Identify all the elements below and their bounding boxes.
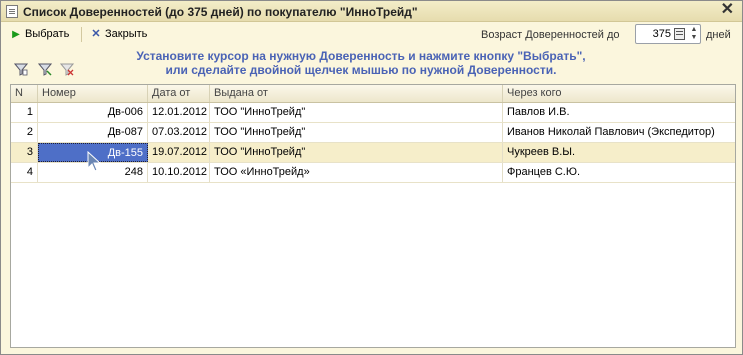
cross-icon: ✕: [91, 28, 101, 40]
toolbar-separator: [81, 27, 82, 42]
column-header-number[interactable]: Номер: [38, 85, 148, 102]
close-button[interactable]: ✕ Закрыть: [90, 25, 147, 43]
close-button-label: Закрыть: [105, 28, 148, 40]
cell-date: 19.07.2012: [148, 143, 210, 162]
instruction-line-2: или сделайте двойной щелчек мышью по нуж…: [165, 63, 557, 77]
spin-buttons[interactable]: ▲ ▼: [689, 26, 699, 42]
column-header-n[interactable]: N: [11, 85, 38, 102]
choose-button[interactable]: ▶ Выбрать: [10, 25, 69, 43]
cell-issued-by: ТОО "ИнноТрейд": [210, 123, 503, 142]
days-label: дней: [706, 29, 731, 41]
cell-n: 2: [11, 123, 38, 142]
cell-issued-by: ТОО "ИнноТрейд": [210, 143, 503, 162]
table-row[interactable]: 1 Дв-006 12.01.2012 ТОО "ИнноТрейд" Павл…: [11, 103, 735, 123]
close-icon[interactable]: ✕: [721, 2, 734, 18]
cell-date: 07.03.2012: [148, 123, 210, 142]
instruction-line-1: Установите курсор на нужную Доверенность…: [136, 49, 586, 63]
filter-edit-icon[interactable]: [37, 62, 53, 76]
cell-n: 1: [11, 103, 38, 122]
cell-date: 10.10.2012: [148, 163, 210, 182]
cell-issued-by: ТОО «ИнноТрейд»: [210, 163, 503, 182]
cell-issued-by: ТОО "ИнноТрейд": [210, 103, 503, 122]
toolbar: ▶ Выбрать ✕ Закрыть Возраст Доверенностей …: [1, 22, 742, 46]
cell-through: Иванов Николай Павлович (Экспедитор): [507, 126, 715, 138]
powers-of-attorney-table: N Номер Дата от Выдана от Через кого 1 Д…: [10, 84, 736, 348]
cell-n: 3: [11, 143, 38, 162]
cell-number: Дв-087: [38, 123, 148, 142]
table-row-selected[interactable]: 3 Дв-155 19.07.2012 ТОО "ИнноТрейд" Чукр…: [11, 143, 735, 163]
choose-button-label: Выбрать: [25, 28, 70, 40]
age-value: 375: [652, 28, 671, 40]
cell-number: Дв-006: [38, 103, 148, 122]
calculator-icon[interactable]: [674, 28, 685, 40]
cell-through: Чукреев В.Ы.: [507, 146, 576, 158]
cell-through: Францев С.Ю.: [507, 166, 581, 178]
column-header-date[interactable]: Дата от: [148, 85, 210, 102]
list-icon: [6, 5, 18, 18]
cell-through: Павлов И.В.: [507, 106, 570, 118]
table-row[interactable]: 4 248 10.10.2012 ТОО «ИнноТрейд» Францев…: [11, 163, 735, 183]
cell-date: 12.01.2012: [148, 103, 210, 122]
instruction-text: Установите курсор на нужную Доверенность…: [131, 49, 591, 77]
cell-n: 4: [11, 163, 38, 182]
play-icon: ▶: [12, 29, 20, 40]
age-label: Возраст Доверенностей до: [481, 29, 620, 41]
column-header-issued-by[interactable]: Выдана от: [210, 85, 503, 102]
dialog-window: Список Доверенностей (до 375 дней) по по…: [0, 0, 743, 355]
filter-icon[interactable]: [13, 62, 29, 76]
title-bar: Список Доверенностей (до 375 дней) по по…: [1, 1, 742, 22]
filter-clear-icon[interactable]: [59, 62, 75, 76]
column-header-through[interactable]: Через кого: [503, 85, 735, 102]
age-input[interactable]: 375 ▲ ▼: [635, 24, 701, 44]
table-header: N Номер Дата от Выдана от Через кого: [11, 85, 735, 103]
table-row[interactable]: 2 Дв-087 07.03.2012 ТОО "ИнноТрейд" Иван…: [11, 123, 735, 143]
window-title: Список Доверенностей (до 375 дней) по по…: [23, 5, 418, 19]
mouse-pointer-icon: [87, 151, 102, 172]
